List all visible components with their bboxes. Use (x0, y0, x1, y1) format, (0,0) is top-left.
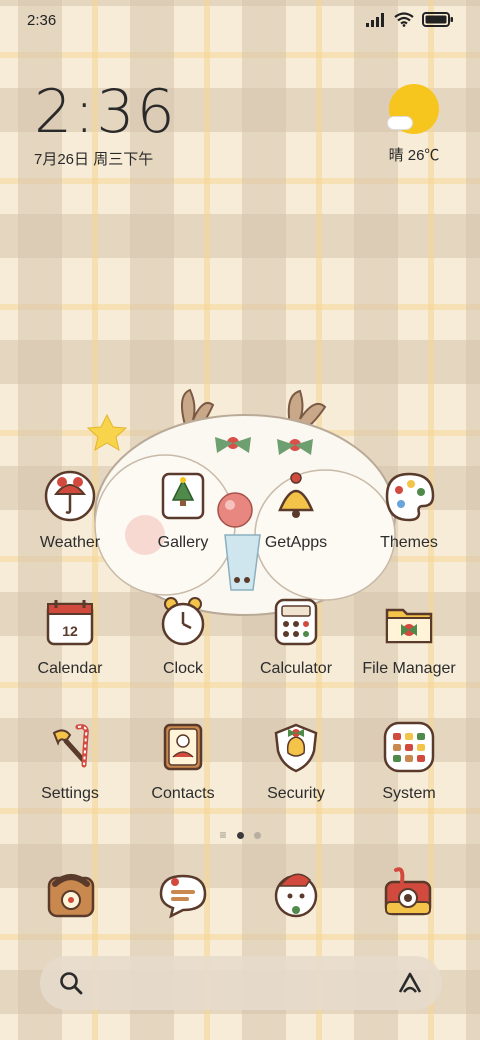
app-themes[interactable]: Themes (353, 466, 465, 552)
app-drawer-icon[interactable]: ≡ (219, 828, 226, 842)
weather-temperature: 26℃ (407, 147, 440, 164)
app-file-manager[interactable]: File Manager (353, 592, 465, 678)
search-icon[interactable] (58, 970, 84, 996)
weather-condition: 晴 (388, 147, 404, 164)
calculator-icon (274, 598, 318, 646)
page-indicator[interactable]: ≡ (0, 828, 480, 842)
app-label: Clock (162, 660, 203, 677)
calendar-icon: 12 (46, 600, 94, 646)
status-icons (366, 12, 454, 27)
app-label: Contacts (151, 785, 215, 802)
shield-icon (274, 723, 318, 773)
calendar-day-badge: 12 (62, 623, 78, 639)
weather-summary: 晴 26℃ (384, 144, 444, 165)
app-gallery[interactable]: Gallery (127, 466, 239, 552)
voice-assistant-icon[interactable] (396, 970, 424, 996)
app-label: GetApps (264, 534, 328, 551)
weather-widget[interactable]: 晴 26℃ (384, 84, 444, 165)
weather-icon (44, 470, 96, 522)
app-calendar[interactable]: 12 Calendar (14, 592, 126, 678)
settings-icon (52, 724, 89, 768)
app-label: Weather (39, 534, 101, 551)
battery-icon (422, 12, 453, 27)
app-system-folder[interactable]: System (353, 717, 465, 803)
messages-icon[interactable] (153, 864, 213, 924)
app-calculator[interactable]: Calculator (240, 592, 352, 678)
status-time: 2:36 (27, 12, 57, 29)
signal-icon (366, 12, 384, 27)
phone-icon[interactable] (41, 864, 101, 924)
widget-time: 2:36 (34, 77, 177, 147)
wifi-icon (394, 12, 414, 27)
sunny-icon (387, 84, 439, 134)
app-label: File Manager (362, 660, 456, 677)
app-label: Settings (41, 785, 99, 802)
status-bar: 2:36 (0, 0, 480, 42)
app-label: Themes (380, 534, 438, 551)
app-settings[interactable]: Settings (14, 717, 126, 803)
page-dot-current[interactable] (236, 831, 244, 839)
app-contacts[interactable]: Contacts (127, 717, 239, 803)
app-getapps[interactable]: GetApps (240, 466, 352, 552)
page-dot[interactable] (253, 831, 261, 839)
search-bar[interactable] (40, 956, 442, 1010)
app-weather[interactable]: Weather (14, 466, 126, 552)
app-label: System (382, 785, 436, 802)
clock-widget[interactable]: 2:36 7月26日 周三下午 (34, 80, 177, 169)
app-label: Gallery (157, 534, 209, 551)
app-security[interactable]: Security (240, 717, 352, 803)
app-clock[interactable]: Clock (127, 592, 239, 678)
folder-grid-icon (383, 721, 435, 773)
app-label: Calendar (37, 660, 103, 677)
clock-icon (161, 597, 205, 646)
app-label: Security (267, 785, 325, 802)
app-label: Calculator (259, 660, 333, 677)
getapps-icon (278, 472, 314, 518)
gallery-icon (161, 472, 205, 520)
widget-date: 7月26日 周三下午 (34, 151, 154, 168)
camera-icon[interactable] (378, 864, 438, 924)
palette-icon (385, 472, 435, 522)
browser-icon[interactable] (266, 864, 326, 924)
contacts-icon (163, 723, 203, 771)
folder-icon (385, 608, 433, 644)
